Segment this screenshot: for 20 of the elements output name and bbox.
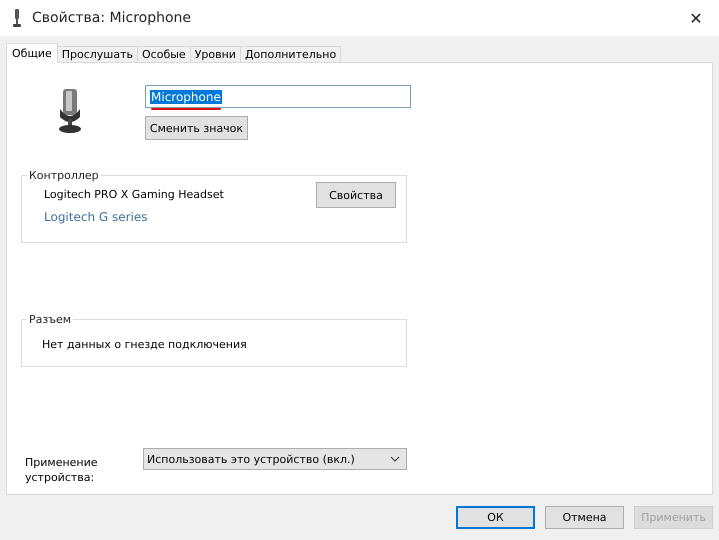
tab[interactable]: Дополнительно bbox=[240, 46, 342, 62]
group-title: Контроллер bbox=[28, 169, 100, 182]
dialog-button[interactable]: ОК bbox=[456, 506, 535, 529]
jack-info: Нет данных о гнезде подключения bbox=[41, 337, 248, 351]
change-icon-button[interactable]: Сменить значок bbox=[145, 116, 248, 140]
usage-dropdown[interactable]: Использовать это устройство (вкл.) bbox=[143, 448, 407, 470]
dialog-button[interactable]: Отмена bbox=[545, 506, 624, 529]
window-title: Свойства: Microphone bbox=[32, 10, 192, 26]
vendor-link[interactable]: Logitech G series bbox=[44, 210, 224, 224]
microphone-icon bbox=[12, 9, 22, 27]
controller-name: Logitech PRO X Gaming Headset bbox=[44, 188, 224, 201]
tab[interactable]: Уровни bbox=[190, 46, 241, 62]
properties-button[interactable]: Свойства bbox=[316, 182, 396, 208]
usage-label: Применение устройства: bbox=[25, 455, 99, 485]
group-title: Разъем bbox=[28, 313, 72, 326]
tab[interactable]: Общие bbox=[6, 43, 58, 63]
chevron-icon bbox=[390, 456, 400, 462]
name-field[interactable]: Microphone bbox=[145, 85, 411, 108]
close-button[interactable]: ✕ bbox=[673, 8, 719, 28]
tab[interactable]: Прослушать bbox=[56, 46, 138, 62]
